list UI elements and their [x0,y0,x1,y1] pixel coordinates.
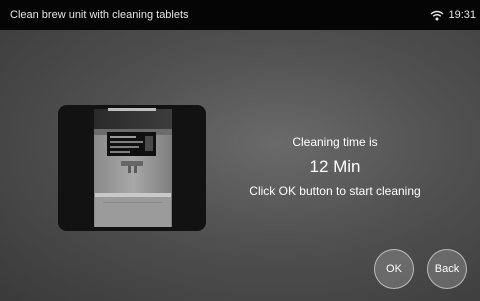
coffee-machine-illustration [58,105,206,231]
ok-button[interactable]: OK [374,249,414,289]
cleaning-info: Cleaning time is 12 Min Click OK button … [230,135,440,198]
status-time: 19:31 [448,9,476,21]
cleaning-time-value: 12 Min [309,157,361,176]
status-bar: Clean brew unit with cleaning tablets 19… [0,0,480,30]
cleaning-instruction: Click OK button to start cleaning [249,184,421,198]
cleaning-time-label: Cleaning time is [292,135,378,149]
window-title: Clean brew unit with cleaning tablets [10,9,189,21]
back-button[interactable]: Back [427,249,467,289]
status-indicators: 19:31 [430,9,476,21]
wifi-icon [430,10,444,21]
main-screen: Cleaning time is 12 Min Click OK button … [0,30,480,301]
